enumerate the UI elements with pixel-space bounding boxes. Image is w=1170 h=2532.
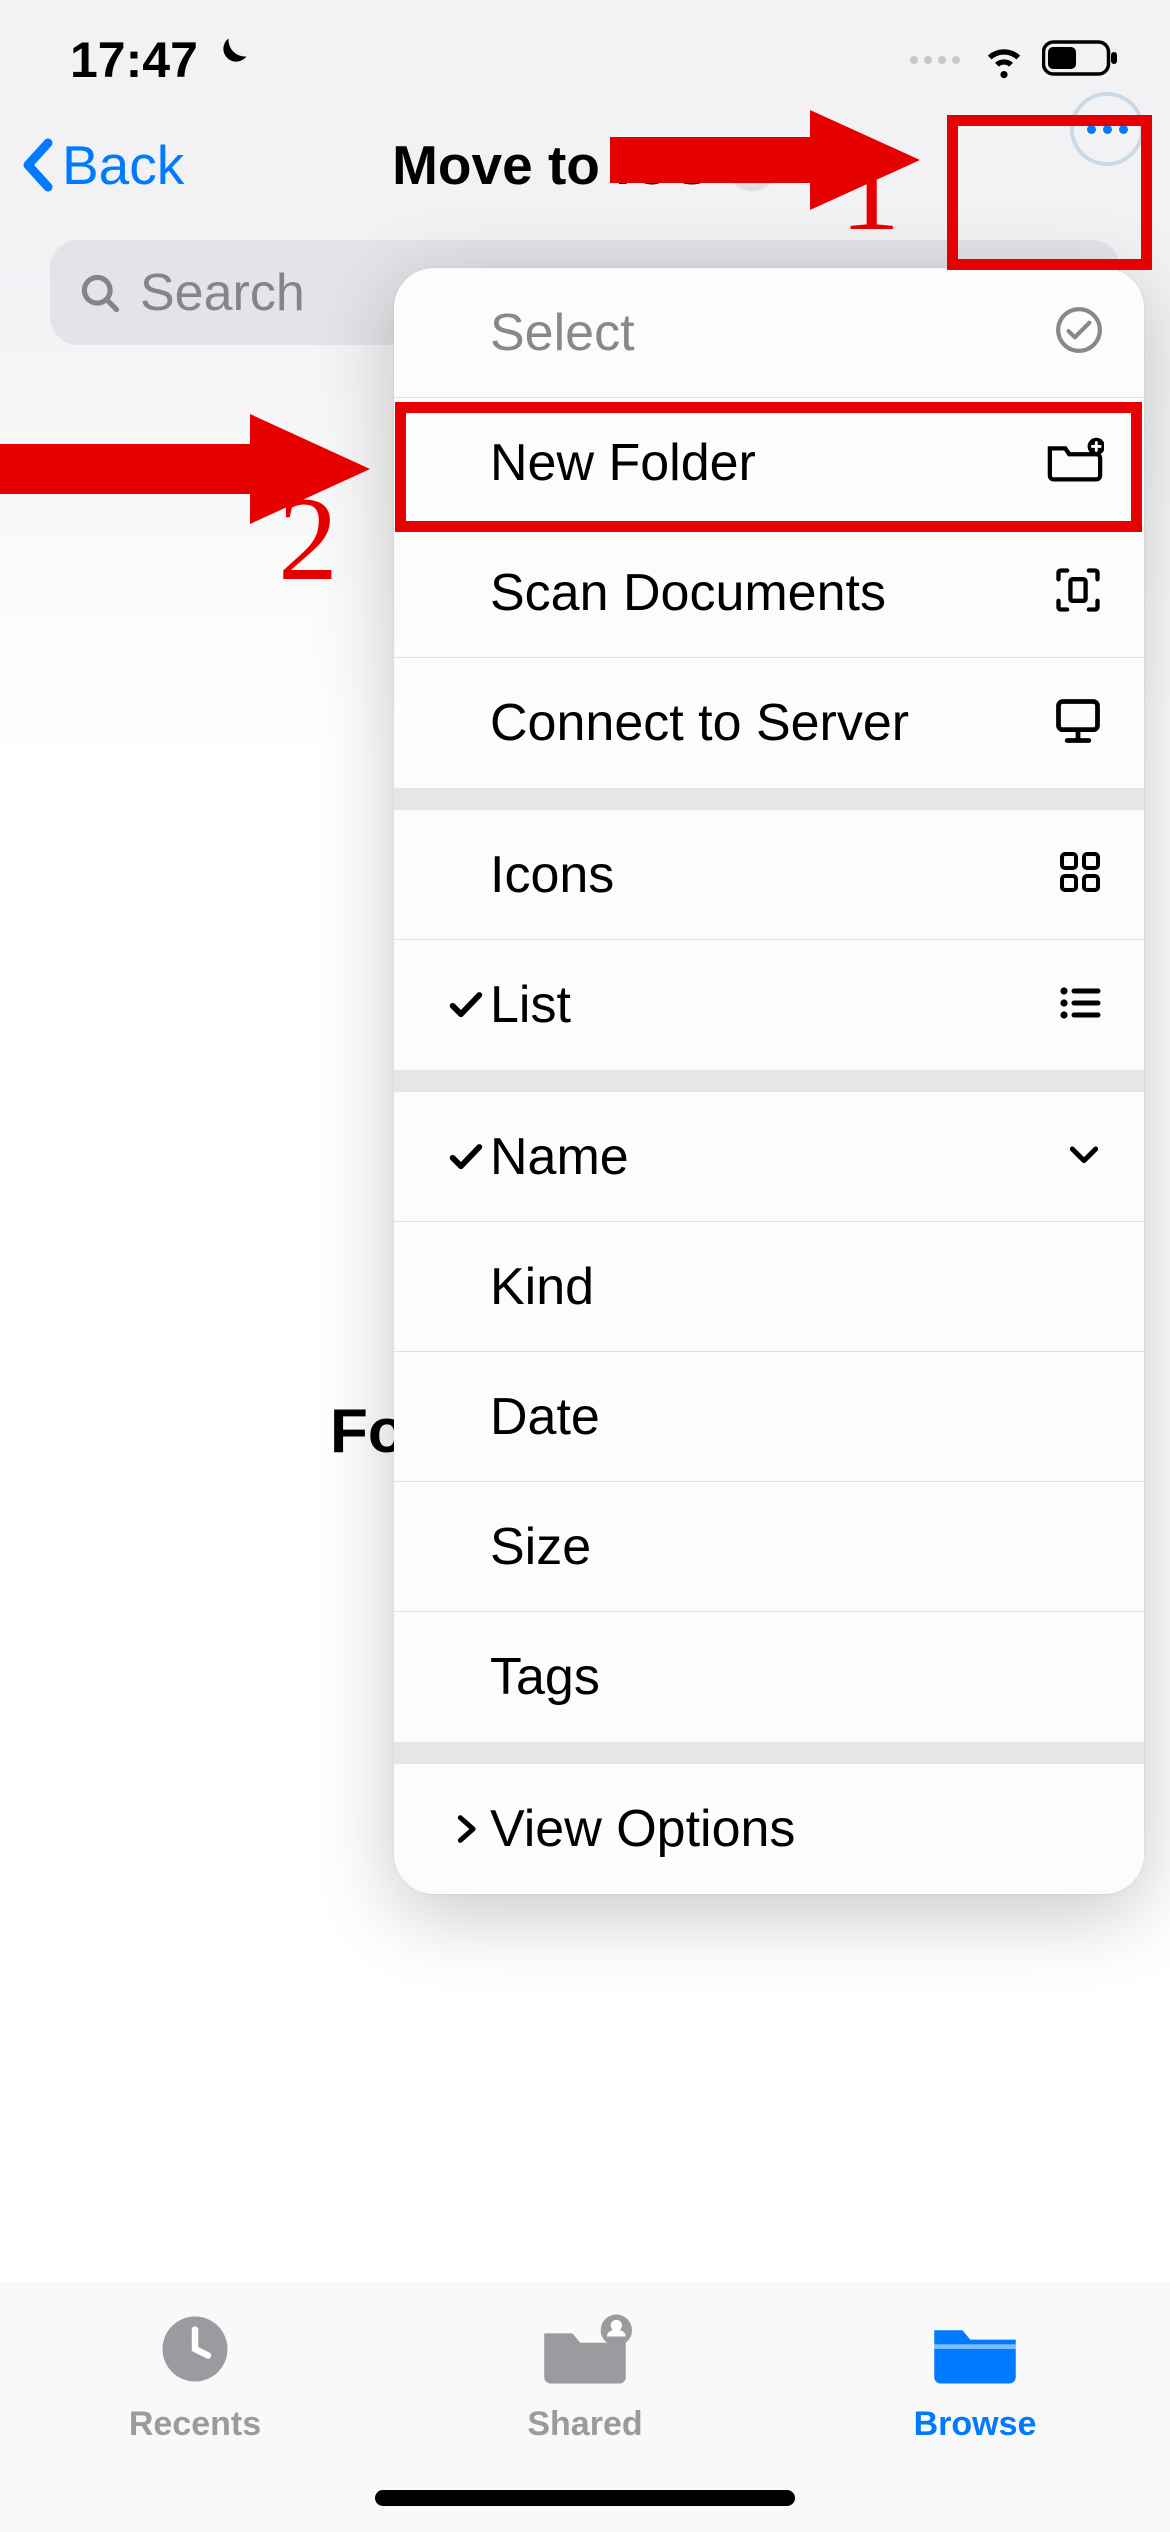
nav-title: Move to iOS <box>392 133 710 197</box>
new-folder-icon <box>1046 436 1104 489</box>
menu-item-list-view[interactable]: List <box>394 940 1144 1070</box>
grid-icon <box>1056 848 1104 901</box>
list-icon <box>1056 979 1104 1032</box>
menu-item-scan-documents[interactable]: Scan Documents <box>394 528 1144 658</box>
menu-item-connect-server[interactable]: Connect to Server <box>394 658 1144 788</box>
search-placeholder: Search <box>140 263 305 323</box>
clock-icon <box>156 2310 234 2393</box>
status-bar: 17:47 <box>0 0 1170 100</box>
checkmark-icon <box>442 1137 490 1177</box>
menu-label: Scan Documents <box>490 563 1052 623</box>
status-right <box>910 34 1120 87</box>
status-time-area: 17:47 <box>70 31 252 89</box>
menu-label: Name <box>490 1127 1064 1187</box>
ellipsis-icon <box>1087 125 1096 134</box>
menu-item-sort-name[interactable]: Name <box>394 1092 1144 1222</box>
tab-label: Recents <box>129 2405 261 2444</box>
tab-label: Browse <box>914 2405 1037 2444</box>
annotation-number-2: 2 <box>278 470 338 608</box>
menu-label: Size <box>490 1517 1104 1577</box>
annotation-arrow-2 <box>0 404 370 534</box>
menu-label: Kind <box>490 1257 1104 1317</box>
wifi-icon <box>980 34 1028 87</box>
menu-item-sort-tags[interactable]: Tags <box>394 1612 1144 1742</box>
back-button[interactable]: Back <box>20 133 184 197</box>
tab-shared[interactable]: Shared <box>465 2310 705 2444</box>
menu-label: Tags <box>490 1647 1104 1707</box>
chevron-down-icon <box>726 139 778 191</box>
menu-item-view-options[interactable]: View Options <box>394 1764 1144 1894</box>
battery-icon <box>1042 39 1120 82</box>
server-icon <box>1052 695 1104 752</box>
context-menu: Select New Folder Scan Documents Connect… <box>394 268 1144 1894</box>
chevron-down-icon <box>1064 1134 1104 1179</box>
menu-label: Connect to Server <box>490 693 1052 753</box>
nav-title-button[interactable]: Move to iOS <box>392 133 778 197</box>
menu-item-new-folder[interactable]: New Folder <box>394 398 1144 528</box>
select-check-icon <box>1054 305 1104 360</box>
menu-label: Icons <box>490 845 1056 905</box>
menu-item-select[interactable]: Select <box>394 268 1144 398</box>
status-time: 17:47 <box>70 31 198 89</box>
scan-icon <box>1052 564 1104 621</box>
tab-recents[interactable]: Recents <box>75 2310 315 2444</box>
menu-item-sort-date[interactable]: Date <box>394 1352 1144 1482</box>
tab-browse[interactable]: Browse <box>855 2310 1095 2444</box>
menu-item-sort-size[interactable]: Size <box>394 1482 1144 1612</box>
shared-folder-icon <box>538 2310 632 2393</box>
more-options-button[interactable] <box>1070 92 1144 166</box>
menu-label: Select <box>490 303 1054 363</box>
menu-item-sort-kind[interactable]: Kind <box>394 1222 1144 1352</box>
status-dots-icon <box>910 56 960 64</box>
home-indicator[interactable] <box>375 2490 795 2506</box>
nav-bar: Back Move to iOS <box>0 100 1170 230</box>
tab-label: Shared <box>527 2405 642 2444</box>
menu-item-icons-view[interactable]: Icons <box>394 810 1144 940</box>
chevron-right-icon <box>442 1812 490 1846</box>
folder-icon <box>928 2310 1022 2393</box>
checkmark-icon <box>442 985 490 1025</box>
menu-label: Date <box>490 1387 1104 1447</box>
menu-label: List <box>490 975 1056 1035</box>
search-icon <box>78 271 122 315</box>
files-app-screen: 17:47 Back <box>0 0 1170 2532</box>
chevron-left-icon <box>20 137 56 193</box>
moon-icon <box>208 31 252 89</box>
back-label: Back <box>62 133 184 197</box>
menu-label: New Folder <box>490 433 1046 493</box>
menu-label: View Options <box>490 1799 1104 1859</box>
